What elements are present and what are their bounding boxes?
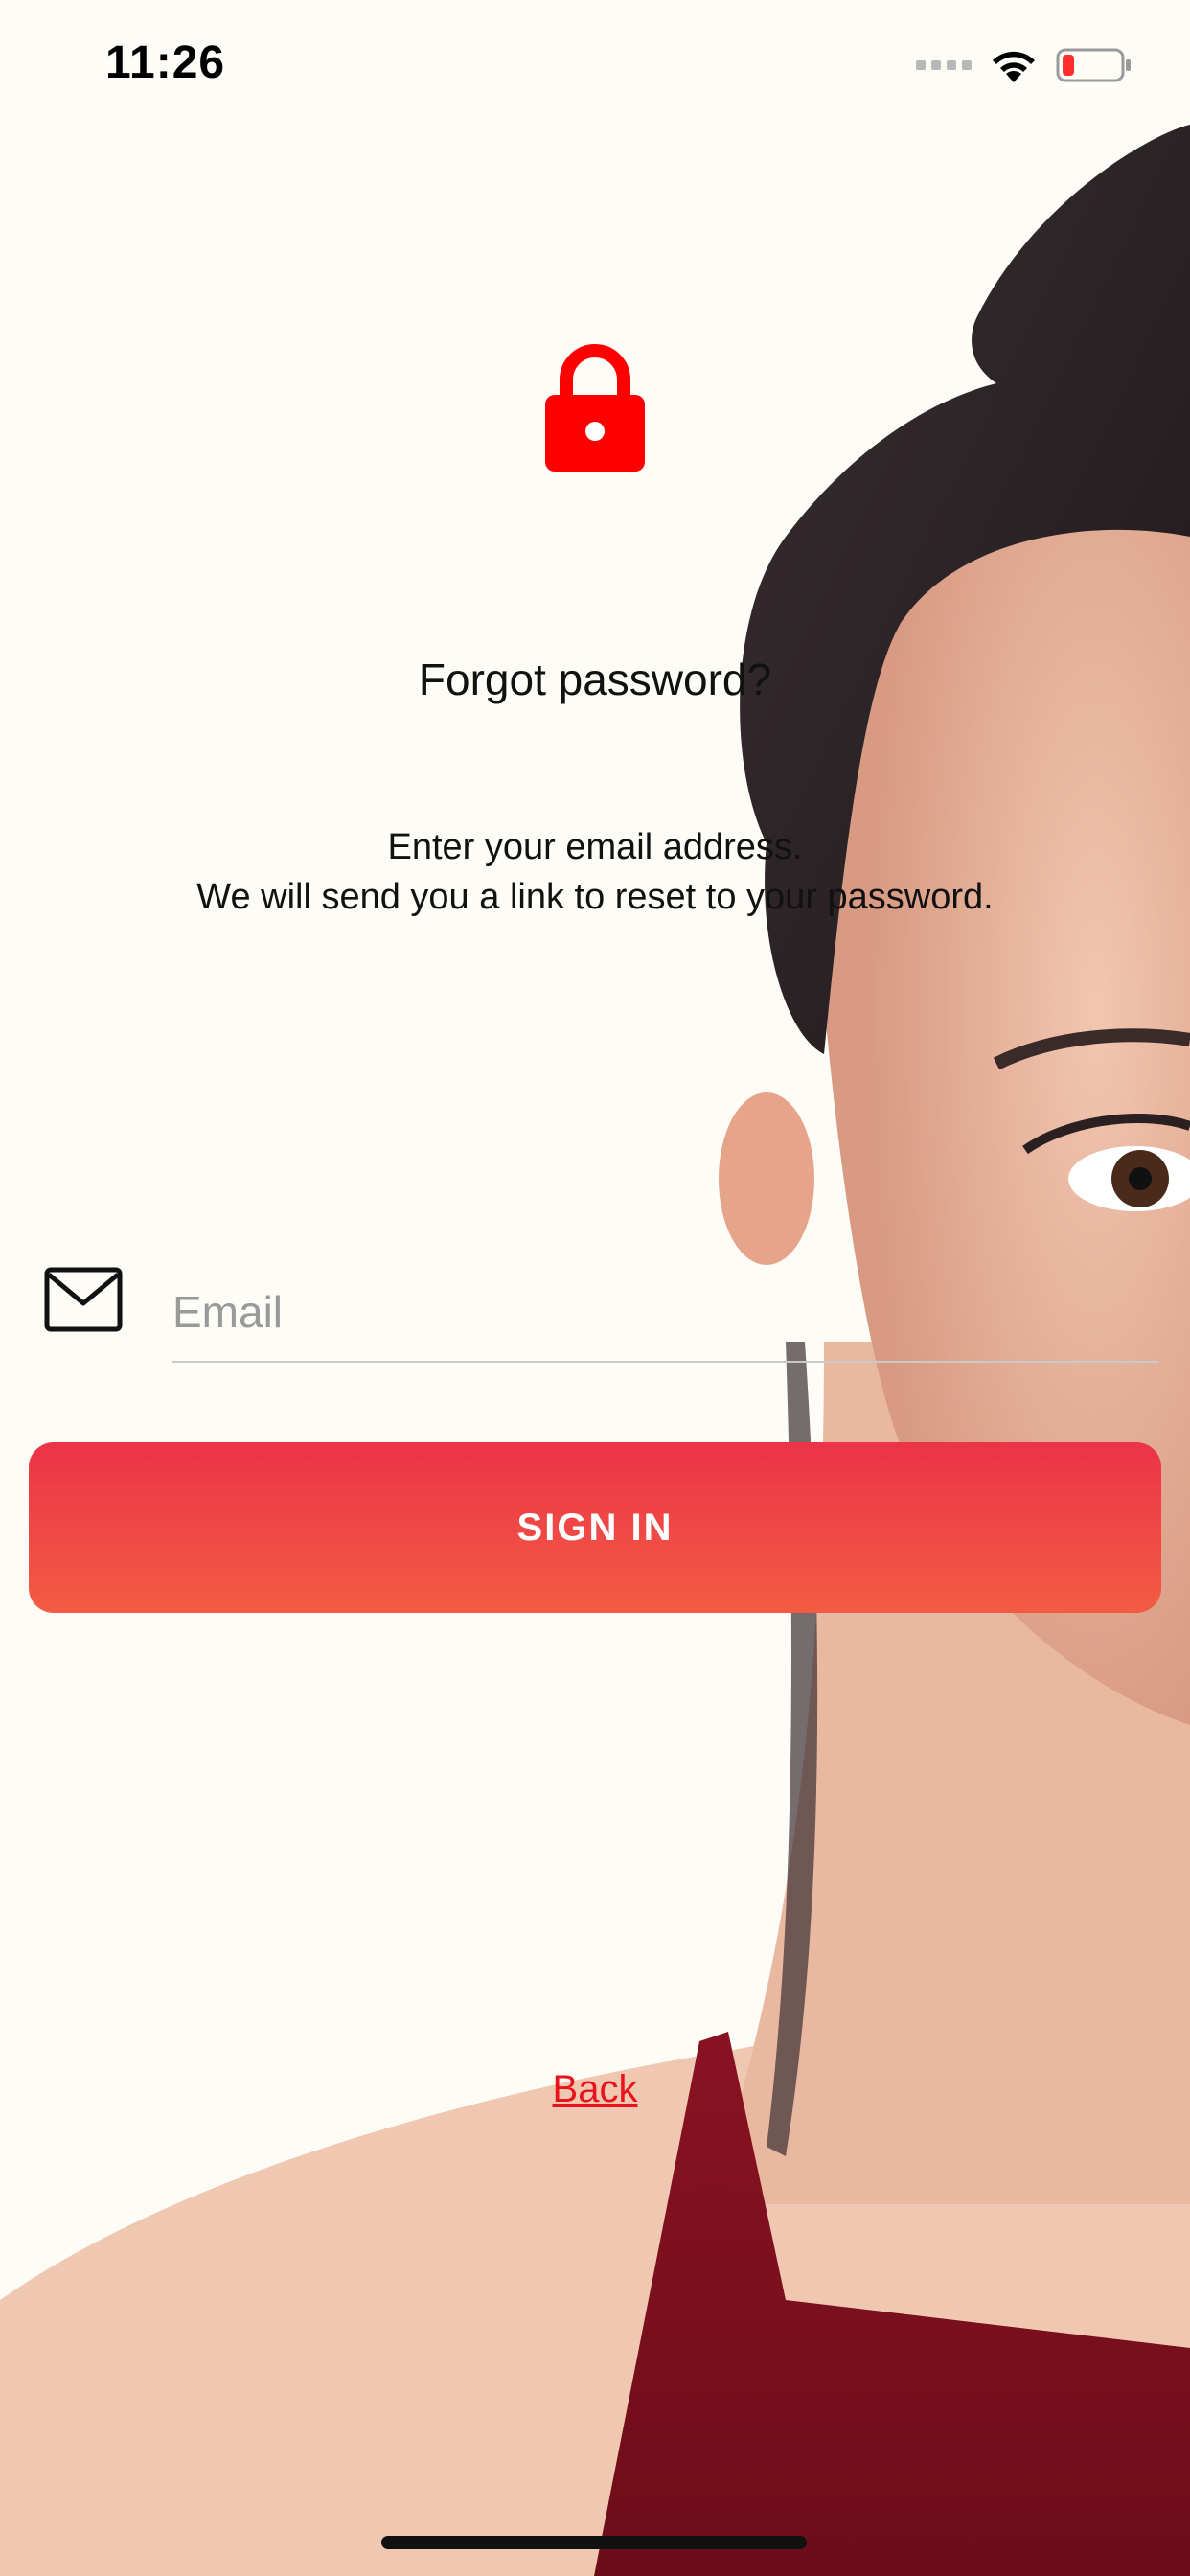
- email-input[interactable]: [172, 1275, 1159, 1363]
- forgot-password-form: Forgot password? Enter your email addres…: [0, 0, 1190, 2576]
- signal-icon: [916, 60, 972, 70]
- instructions-line-2: We will send you a link to reset to your…: [196, 877, 994, 917]
- lock-icon: [545, 344, 645, 472]
- instructions-text: Enter your email address. We will send y…: [0, 822, 1190, 922]
- status-bar: 11:26: [0, 0, 1190, 134]
- forgot-password-screen: 11:26 Forgot password? Enter your email …: [0, 0, 1190, 2576]
- home-indicator[interactable]: [381, 2536, 807, 2549]
- sign-in-button[interactable]: SIGN IN: [29, 1442, 1161, 1613]
- status-icons: [916, 42, 1133, 88]
- instructions-line-1: Enter your email address.: [387, 827, 803, 867]
- mail-icon: [44, 1267, 123, 1332]
- status-time: 11:26: [105, 37, 226, 88]
- battery-low-icon: [1056, 48, 1131, 82]
- back-link[interactable]: Back: [0, 2068, 1190, 2111]
- page-title: Forgot password?: [418, 655, 772, 704]
- wifi-icon: [993, 51, 1035, 82]
